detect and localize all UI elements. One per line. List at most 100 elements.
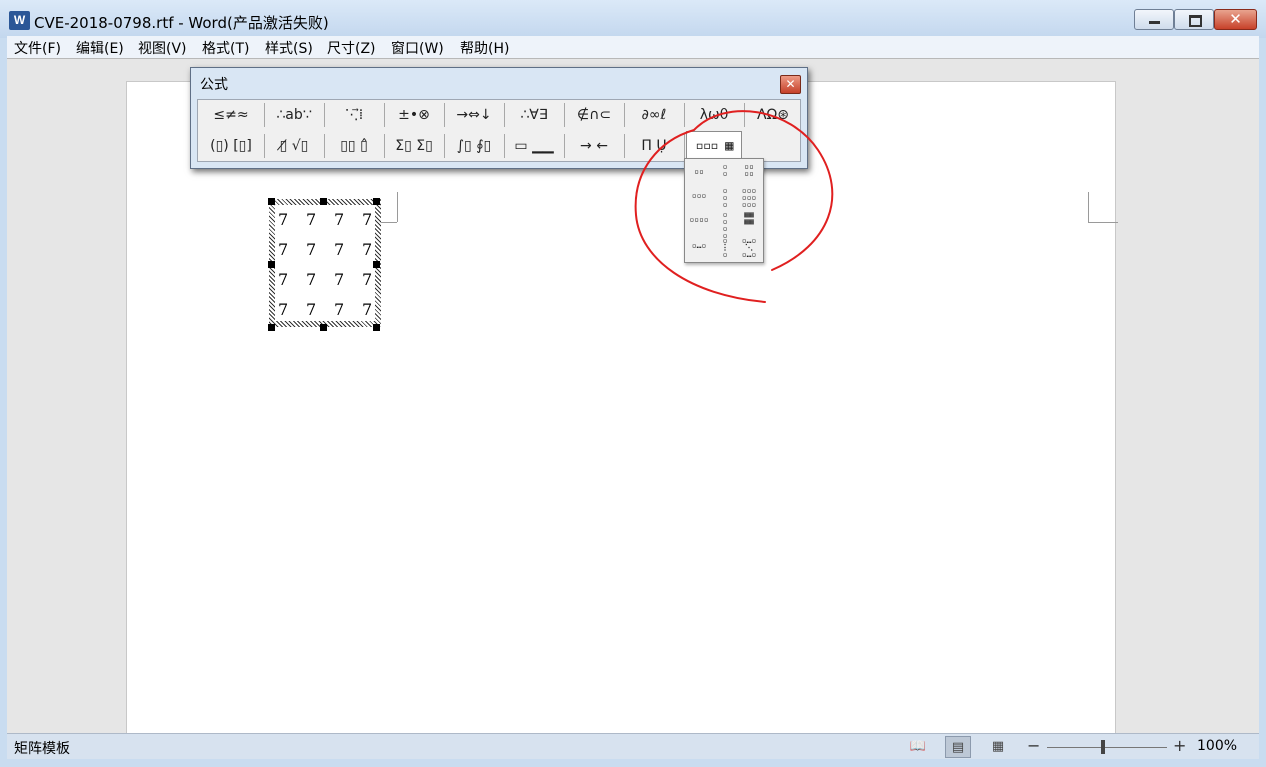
- menu-file[interactable]: 文件(F): [14, 38, 61, 58]
- matrix-cell[interactable]: 7: [362, 210, 372, 229]
- arrows-button[interactable]: →⇔↓: [446, 101, 502, 129]
- spaces-ellipses-button[interactable]: ∴ab∵: [266, 101, 322, 129]
- zoom-out-button[interactable]: −: [1027, 736, 1040, 755]
- matrix-cell[interactable]: 7: [278, 240, 288, 259]
- matrix-cell[interactable]: 7: [334, 300, 344, 319]
- document-page[interactable]: [126, 81, 1118, 741]
- matrix-cell[interactable]: 7: [306, 270, 316, 289]
- matrix-cell[interactable]: 7: [334, 210, 344, 229]
- matrix-template-4x4[interactable]: ▦▦ ▦▦: [737, 211, 761, 233]
- margin-corner-marker: [1088, 192, 1089, 222]
- resize-handle[interactable]: [268, 324, 275, 331]
- matrix-cell[interactable]: 7: [278, 300, 288, 319]
- toolbar-separator: [684, 134, 685, 158]
- window-title: CVE-2018-0798.rtf - Word(产品激活失败): [34, 14, 329, 32]
- integrals-button[interactable]: ∫▯ ∮▯: [446, 132, 502, 160]
- matrix-template-2x1[interactable]: ▫ ▫: [713, 163, 737, 185]
- toolbar-separator: [504, 103, 505, 127]
- fences-button[interactable]: (▯) [▯]: [200, 132, 262, 160]
- matrix-template-1x2[interactable]: ▫▫: [687, 167, 711, 189]
- toolbar-separator: [564, 103, 565, 127]
- matrix-cell[interactable]: 7: [306, 210, 316, 229]
- word-doc-icon[interactable]: W: [9, 11, 30, 30]
- matrix-object[interactable]: 7 7 7 7 7 7 7 7 7 7 7 7 7 7 7 7: [269, 199, 381, 327]
- matrix-template-3x1[interactable]: ▫ ▫ ▫: [713, 187, 737, 209]
- menu-format[interactable]: 格式(T): [202, 38, 249, 58]
- relations-button[interactable]: ≤≠≈: [200, 101, 262, 129]
- products-set-theory-button[interactable]: Π̄ Ụ: [626, 132, 682, 160]
- matrix-template-column-ellipsis[interactable]: ▫ ⋮ ▫: [713, 237, 737, 259]
- matrix-template-1x4[interactable]: ▫▫▫▫: [687, 215, 711, 237]
- greek-uppercase-button[interactable]: ΛΩ⊛: [746, 101, 800, 129]
- reading-view-icon[interactable]: 📖: [905, 736, 931, 758]
- toolbar-separator: [624, 134, 625, 158]
- zoom-in-button[interactable]: +: [1173, 736, 1186, 755]
- matrix-cell[interactable]: 7: [362, 240, 372, 259]
- matrix-template-3x3[interactable]: ▫▫▫ ▫▫▫ ▫▫▫: [737, 187, 761, 209]
- menu-size[interactable]: 尺寸(Z): [327, 38, 376, 58]
- zoom-slider[interactable]: [1047, 747, 1167, 748]
- matrix-cell[interactable]: 7: [306, 240, 316, 259]
- summation-button[interactable]: Σ▯ Σ▯: [386, 132, 442, 160]
- labeled-arrows-button[interactable]: → ←: [566, 132, 622, 160]
- matrix-templates-button[interactable]: ▫▫▫ ▦: [686, 131, 742, 159]
- zoom-slider-thumb[interactable]: [1101, 740, 1105, 754]
- menu-help[interactable]: 帮助(H): [460, 38, 509, 58]
- matrix-cell[interactable]: 7: [334, 240, 344, 259]
- toolbar-separator: [324, 103, 325, 127]
- matrix-cell[interactable]: 7: [278, 210, 288, 229]
- resize-handle[interactable]: [373, 324, 380, 331]
- misc-symbols-button[interactable]: ∂∞ℓ: [626, 101, 682, 129]
- resize-handle[interactable]: [320, 198, 327, 205]
- matrix-template-diagonal-ellipsis[interactable]: ▫…▫ ⋱ ▫…▫: [737, 237, 761, 259]
- toolbar-separator: [264, 134, 265, 158]
- matrix-cell[interactable]: 7: [334, 270, 344, 289]
- toolbar-separator: [564, 134, 565, 158]
- close-icon: ✕: [1229, 10, 1242, 28]
- matrix-template-2x2[interactable]: ▫▫ ▫▫: [737, 163, 761, 185]
- matrix-template-4x1[interactable]: ▫ ▫ ▫ ▫: [713, 211, 737, 240]
- toolbar-separator: [444, 103, 445, 127]
- set-theory-button[interactable]: ∉∩⊂: [566, 101, 622, 129]
- underbar-overbar-button[interactable]: ▭ ▁▁: [506, 132, 562, 160]
- palette-close-button[interactable]: ✕: [780, 75, 801, 94]
- menu-window[interactable]: 窗口(W): [391, 38, 444, 58]
- matrix-cell[interactable]: 7: [306, 300, 316, 319]
- matrix-cell[interactable]: 7: [278, 270, 288, 289]
- resize-handle[interactable]: [268, 261, 275, 268]
- close-button[interactable]: ✕: [1214, 9, 1257, 30]
- equation-palette[interactable]: 公式 ✕ ≤≠≈ ∴ab∵ ⋱⃗⁞ ±•⊗ →⇔↓ ∴∀∃ ∉∩⊂ ∂∞ℓ λω…: [190, 67, 808, 169]
- greek-lowercase-button[interactable]: λωθ: [686, 101, 742, 129]
- resize-handle[interactable]: [320, 324, 327, 331]
- menu-edit[interactable]: 编辑(E): [76, 38, 124, 58]
- maximize-button[interactable]: [1174, 9, 1214, 30]
- margin-corner-marker: [397, 192, 398, 222]
- resize-handle[interactable]: [373, 198, 380, 205]
- web-layout-icon[interactable]: ▦: [985, 736, 1011, 758]
- menu-bar: 文件(F) 编辑(E) 视图(V) 格式(T) 样式(S) 尺寸(Z) 窗口(W…: [7, 36, 1259, 58]
- matrix-template-row-ellipsis[interactable]: ▫…▫: [687, 241, 711, 263]
- matrix-cell[interactable]: 7: [362, 270, 372, 289]
- window-frame: [0, 759, 1266, 767]
- status-bar: 矩阵模板 📖 ▤ ▦ − + 100%: [7, 733, 1259, 760]
- toolbar-separator: [504, 134, 505, 158]
- subscript-superscript-button[interactable]: ▯▯ ▯̂: [326, 132, 382, 160]
- matrix-template-1x3[interactable]: ▫▫▫: [687, 191, 711, 213]
- logic-button[interactable]: ∴∀∃: [506, 101, 562, 129]
- menu-view[interactable]: 视图(V): [138, 38, 187, 58]
- resize-handle[interactable]: [268, 198, 275, 205]
- print-layout-icon[interactable]: ▤: [945, 736, 971, 758]
- minimize-button[interactable]: [1134, 9, 1174, 30]
- operators-button[interactable]: ±•⊗: [386, 101, 442, 129]
- title-bar: W CVE-2018-0798.rtf - Word(产品激活失败) ✕: [0, 0, 1266, 38]
- embellishments-button[interactable]: ⋱⃗⁞: [326, 101, 382, 129]
- menu-style[interactable]: 样式(S): [265, 38, 313, 58]
- toolbar-separator: [384, 103, 385, 127]
- margin-corner-marker: [1088, 222, 1118, 223]
- matrix-cell[interactable]: 7: [362, 300, 372, 319]
- zoom-level[interactable]: 100%: [1197, 738, 1237, 754]
- resize-handle[interactable]: [373, 261, 380, 268]
- fractions-radicals-button[interactable]: ▯̸ √▯: [266, 132, 322, 160]
- minimize-icon: [1135, 10, 1173, 29]
- maximize-icon: [1175, 10, 1213, 29]
